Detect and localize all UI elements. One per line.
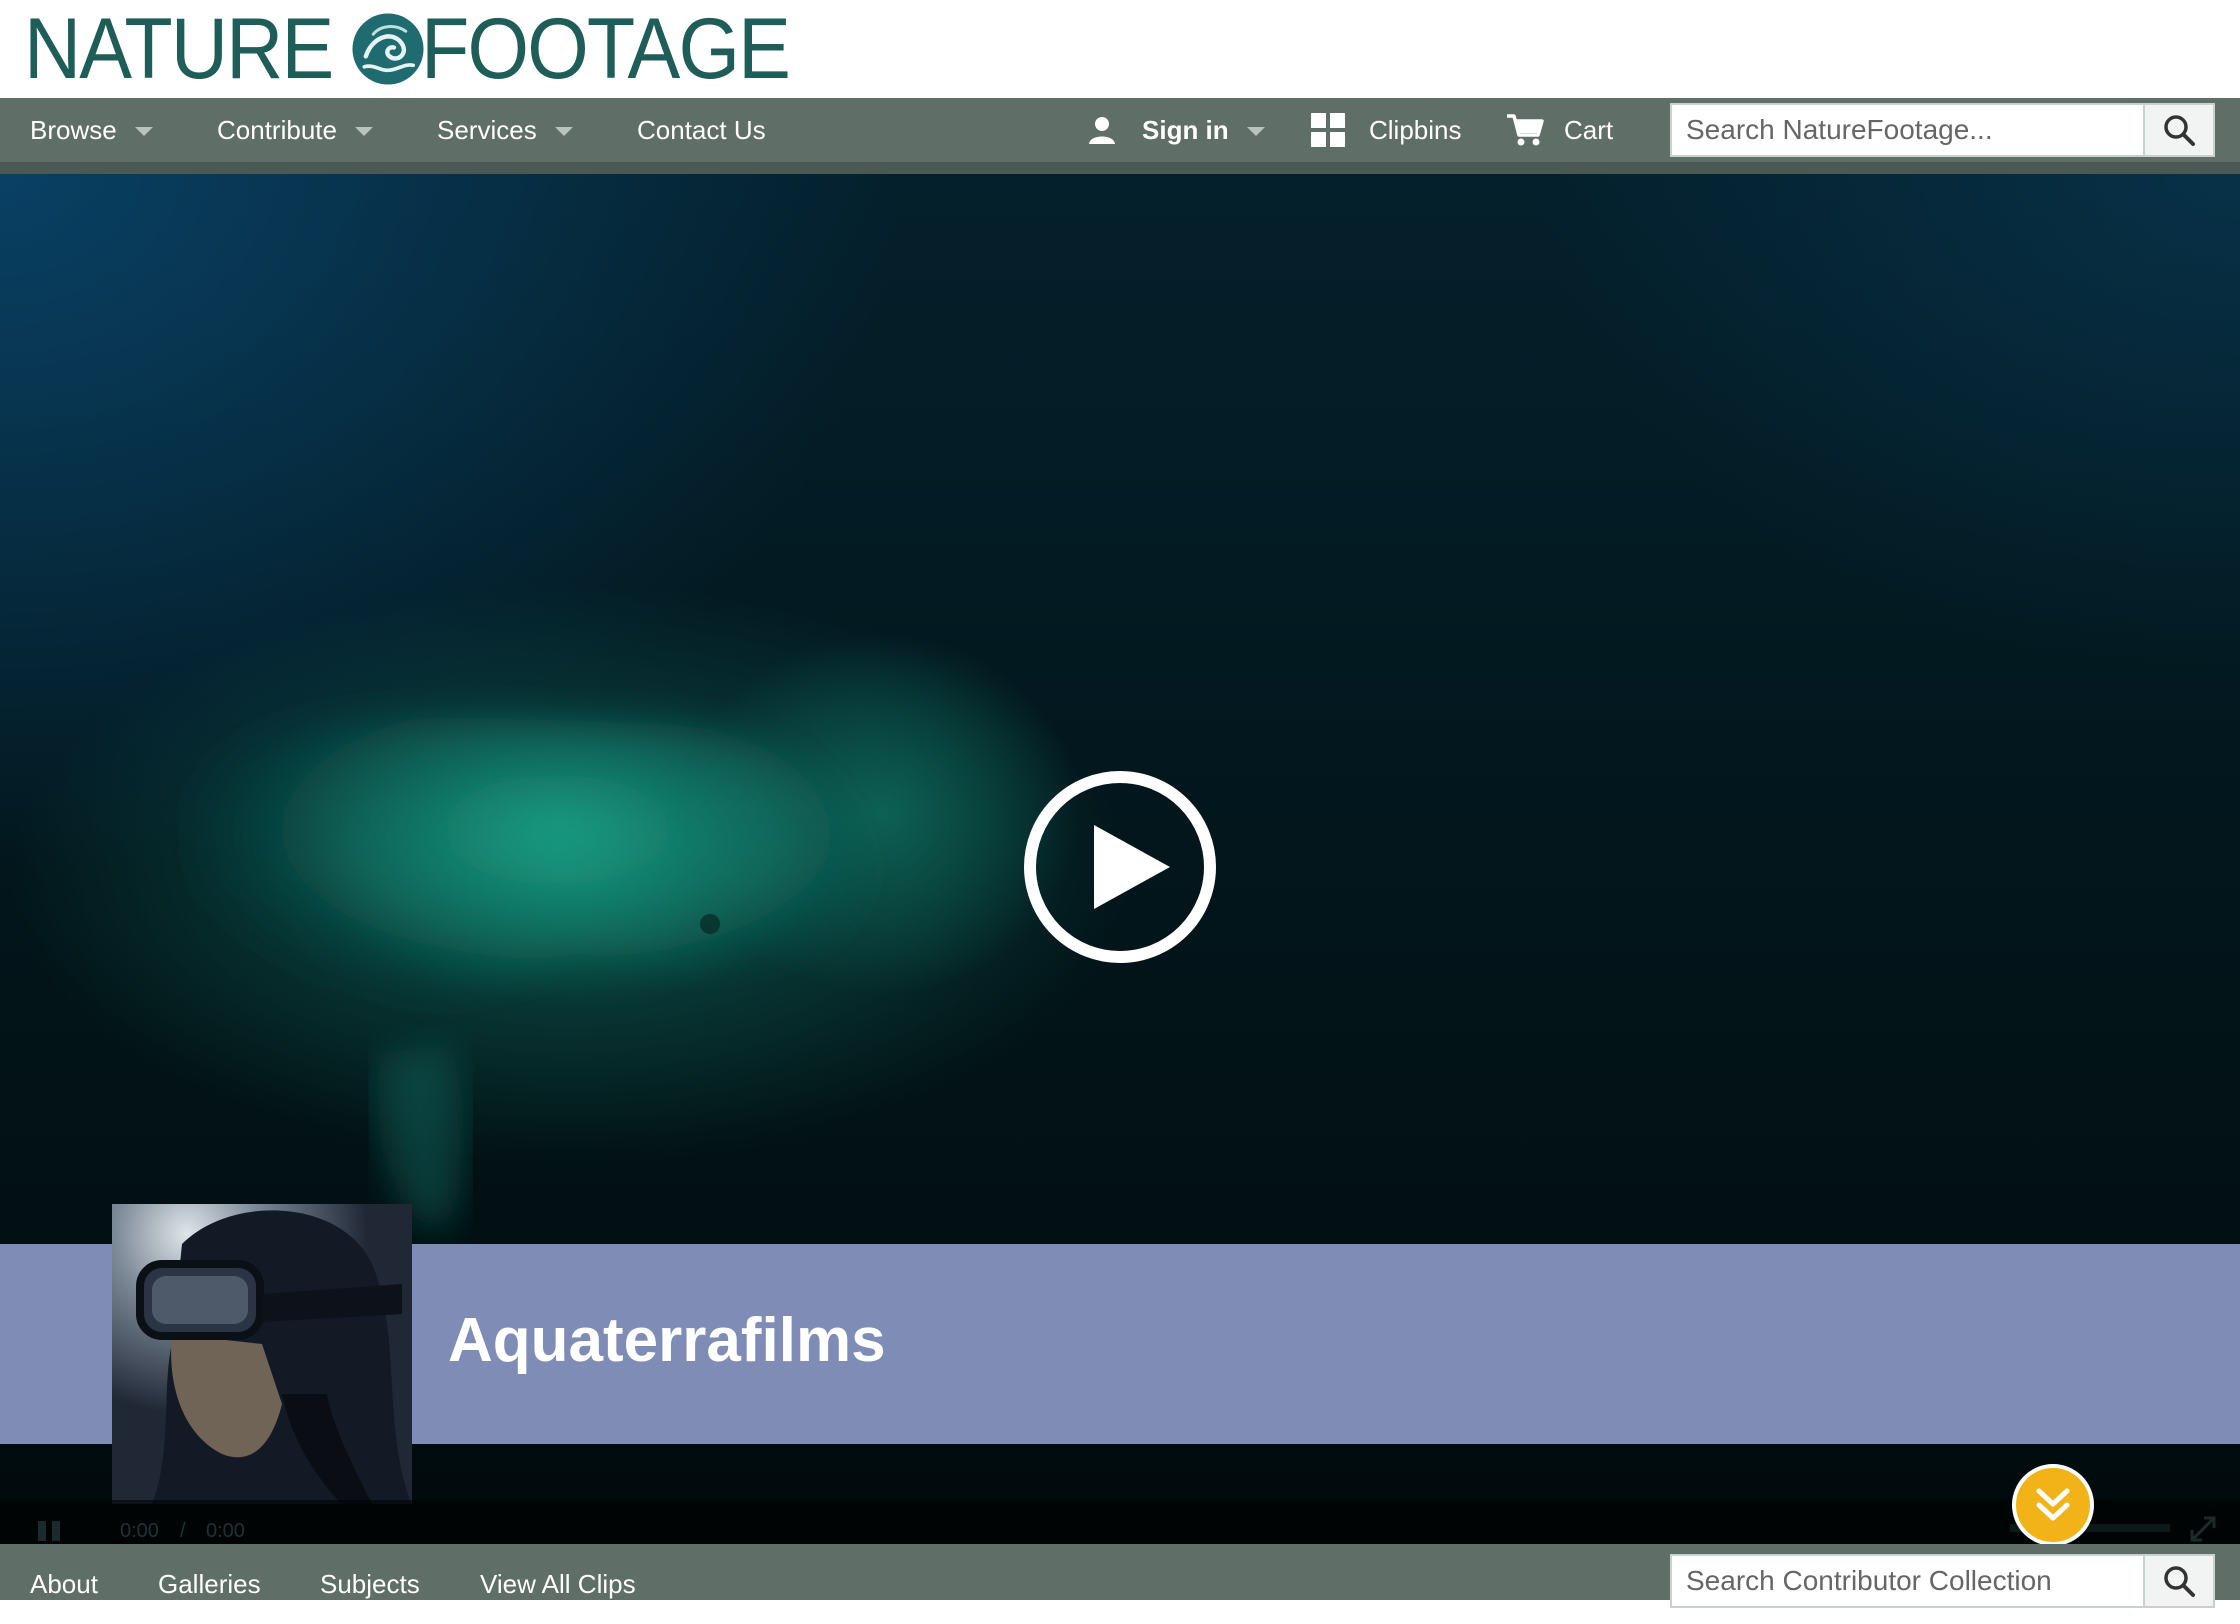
- tab-about[interactable]: About: [30, 1544, 98, 1624]
- contributor-navigation: About Galleries Subjects View All Clips: [0, 1544, 2240, 1608]
- nav-contribute[interactable]: Contribute: [217, 98, 373, 162]
- contributor-avatar: [112, 1204, 412, 1504]
- pause-icon[interactable]: [38, 1521, 60, 1541]
- video-controls: 0:00 / 0:00: [0, 1500, 2240, 1544]
- tab-subjects-label: Subjects: [320, 1568, 420, 1599]
- nav-services-label: Services: [437, 114, 537, 145]
- double-chevron-down-icon: [2036, 1488, 2070, 1521]
- tab-view-all-label: View All Clips: [480, 1568, 636, 1599]
- caret-down-icon: [134, 126, 153, 136]
- logo-text-footage: FOOTAGE: [421, 1, 791, 97]
- caret-down-icon: [554, 126, 573, 136]
- nav-contact-us[interactable]: Contact Us: [637, 98, 766, 162]
- nav-browse-label: Browse: [30, 114, 117, 145]
- sign-in-label: Sign in: [1142, 114, 1229, 145]
- clipbins-label: Clipbins: [1369, 114, 1462, 145]
- clipbins-icon: [1311, 113, 1345, 147]
- nav-contribute-label: Contribute: [217, 114, 337, 145]
- site-search: [1670, 103, 2215, 157]
- caret-down-icon: [354, 126, 373, 136]
- site-logo[interactable]: NATURE FOOTAGE: [24, 6, 821, 92]
- wave-emblem-icon: [352, 13, 424, 85]
- tab-about-label: About: [30, 1568, 98, 1599]
- site-search-button[interactable]: [2143, 105, 2213, 155]
- nav-clipbins[interactable]: Clipbins: [1311, 98, 1462, 162]
- nav-divider: [0, 162, 2240, 174]
- contributor-name: Aquaterrafilms: [448, 1306, 886, 1375]
- nav-sign-in[interactable]: Sign in: [1086, 98, 1265, 162]
- duration: 0:00: [206, 1520, 245, 1542]
- cart-icon: [1507, 114, 1544, 146]
- site-search-input[interactable]: [1672, 105, 2143, 155]
- nav-browse[interactable]: Browse: [30, 98, 153, 162]
- search-icon: [2164, 1566, 2195, 1597]
- nav-contact-label: Contact Us: [637, 114, 766, 145]
- user-icon: [1089, 117, 1115, 144]
- tab-view-all-clips[interactable]: View All Clips: [480, 1544, 636, 1624]
- nav-cart[interactable]: Cart: [1506, 98, 1613, 162]
- tab-galleries[interactable]: Galleries: [158, 1544, 261, 1624]
- caret-down-icon: [1246, 126, 1265, 136]
- diver-portrait-image: [112, 1204, 412, 1504]
- search-icon: [2164, 115, 2195, 146]
- cart-label: Cart: [1564, 114, 1614, 145]
- current-time: 0:00: [120, 1520, 159, 1542]
- play-icon[interactable]: [1022, 769, 1218, 965]
- site-header: NATURE FOOTAGE: [0, 0, 2240, 98]
- tab-subjects[interactable]: Subjects: [320, 1544, 420, 1624]
- scroll-down-button[interactable]: [2012, 1464, 2094, 1546]
- nav-services[interactable]: Services: [437, 98, 573, 162]
- main-navigation: Browse Contribute Services Contact Us Si…: [0, 98, 2240, 162]
- tab-galleries-label: Galleries: [158, 1568, 261, 1599]
- contributor-search-button[interactable]: [2143, 1556, 2213, 1606]
- logo-text-nature: NATURE: [24, 1, 334, 97]
- contributor-search-input[interactable]: [1672, 1556, 2143, 1606]
- time-separator: /: [180, 1520, 186, 1542]
- fullscreen-icon[interactable]: [2190, 1516, 2216, 1542]
